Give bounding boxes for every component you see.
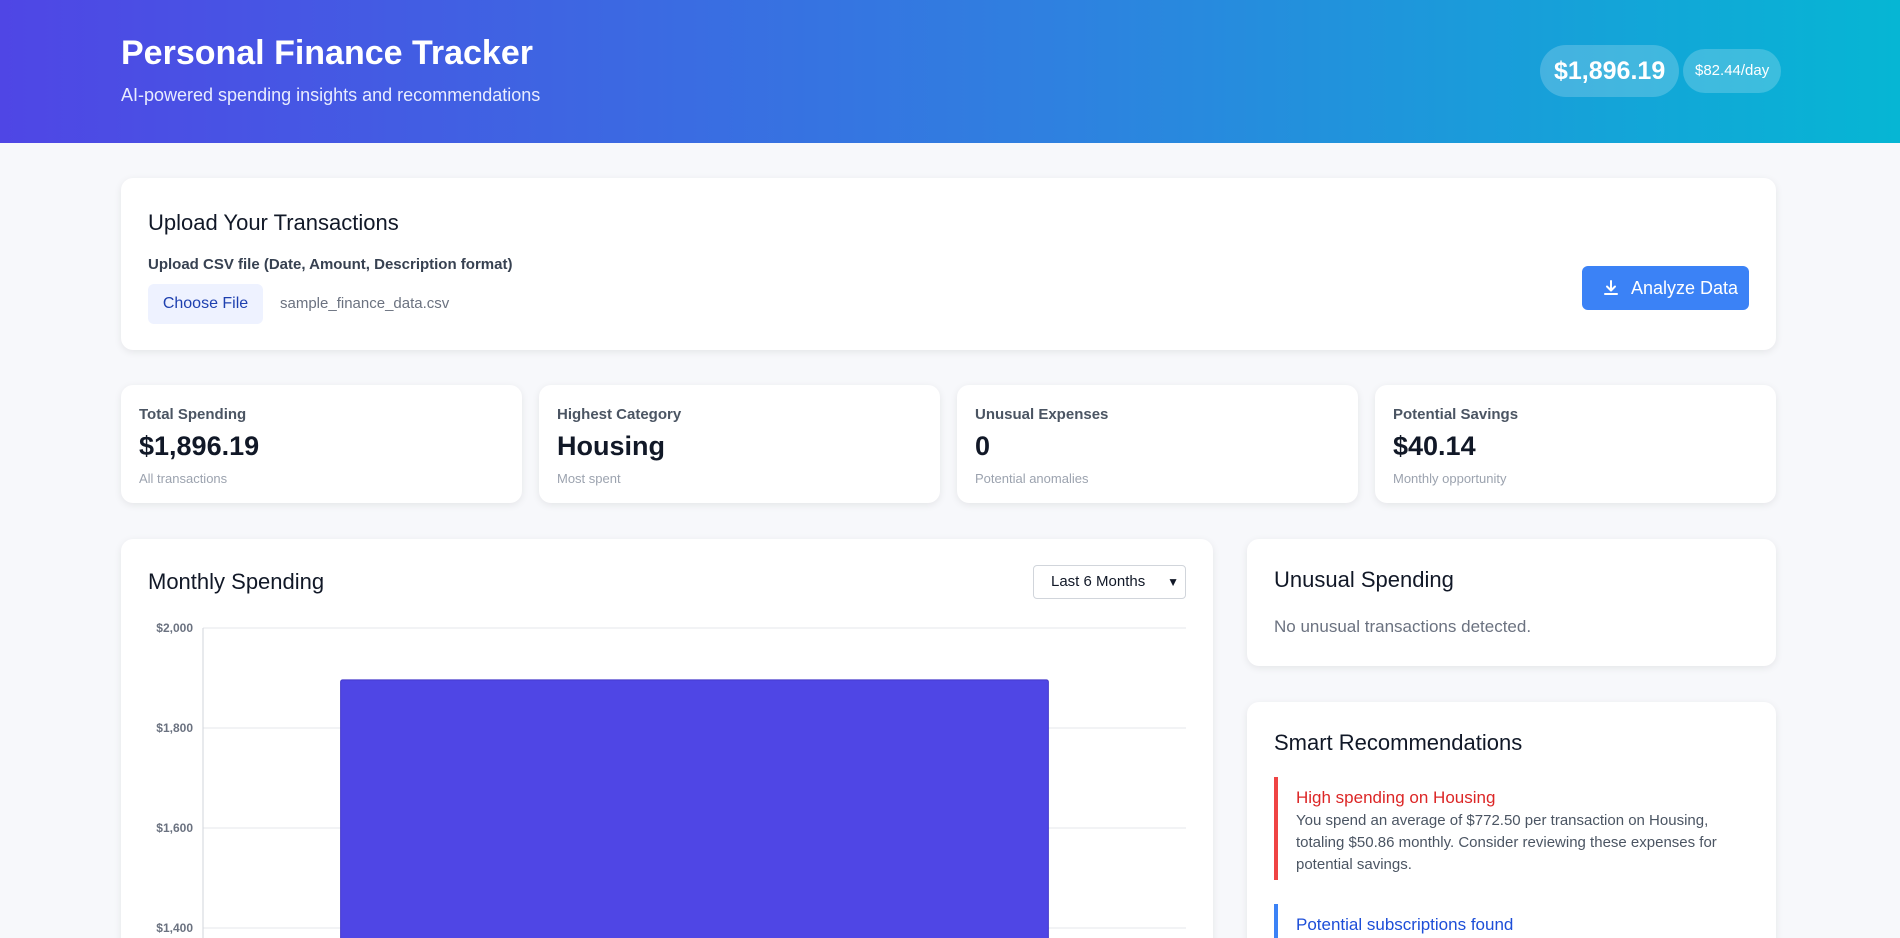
analyze-data-label: Analyze Data [1631,278,1739,298]
y-tick-label: $1,800 [156,721,193,735]
chart-bar[interactable] [340,679,1049,938]
daily-average-badge: $82.44/day [1683,49,1782,93]
stat-value: $40.14 [1393,431,1476,461]
stat-label: Total Spending [139,406,247,423]
recommendations-heading: Smart Recommendations [1274,730,1523,755]
unusual-spending-message: No unusual transactions detected. [1274,617,1532,636]
recommendation-title: High spending on Housing [1296,788,1496,807]
recommendations-card: Smart Recommendations High spending on H… [1247,702,1776,938]
analyze-data-button[interactable]: Analyze Data [1582,266,1749,310]
stat-caption: Monthly opportunity [1393,471,1507,486]
stat-caption: Potential anomalies [975,471,1089,486]
recommendation-title: Potential subscriptions found [1296,915,1514,934]
page-subtitle: AI-powered spending insights and recomme… [121,85,541,105]
recommendation-item: High spending on Housing You spend an av… [1274,777,1744,880]
stat-label: Potential Savings [1393,406,1519,423]
upload-card: Upload Your Transactions Upload CSV file… [121,178,1776,350]
monthly-spending-chart: $2,000 $1,800 $1,600 $1,400 [156,621,1186,938]
total-spending-badge: $1,896.19 [1540,45,1680,97]
upload-heading: Upload Your Transactions [148,210,399,235]
stat-card-potential-savings: Potential Savings $40.14 Monthly opportu… [1375,385,1776,503]
stat-value: Housing [557,431,665,461]
selected-file-name: sample_finance_data.csv [280,295,450,312]
stat-card-total-spending: Total Spending $1,896.19 All transaction… [121,385,522,503]
recommendation-description: You spend an average of $772.50 per tran… [1296,812,1717,873]
page-title: Personal Finance Tracker [121,34,533,72]
upload-label: Upload CSV file (Date, Amount, Descripti… [148,256,513,273]
stat-value: 0 [975,431,991,461]
y-tick-label: $1,600 [156,821,193,835]
unusual-spending-heading: Unusual Spending [1274,567,1454,592]
stat-label: Unusual Expenses [975,406,1109,423]
download-icon [1604,280,1618,295]
stat-caption: Most spent [557,471,621,486]
unusual-spending-card: Unusual Spending No unusual transactions… [1247,539,1776,666]
choose-file-button[interactable]: Choose File [148,284,263,324]
y-tick-label: $1,400 [156,921,193,935]
stat-card-unusual-expenses: Unusual Expenses 0 Potential anomalies [957,385,1358,503]
stat-card-highest-category: Highest Category Housing Most spent [539,385,940,503]
monthly-spending-card: Monthly Spending Last 6 Months ▼ $2,000 $… [121,539,1213,938]
app-header: Personal Finance Tracker AI-powered spen… [0,0,1900,143]
stat-value: $1,896.19 [139,431,260,461]
y-tick-label: $2,000 [156,621,193,635]
stat-label: Highest Category [557,406,682,423]
stat-caption: All transactions [139,471,228,486]
recommendation-item: Potential subscriptions found [1274,904,1744,938]
